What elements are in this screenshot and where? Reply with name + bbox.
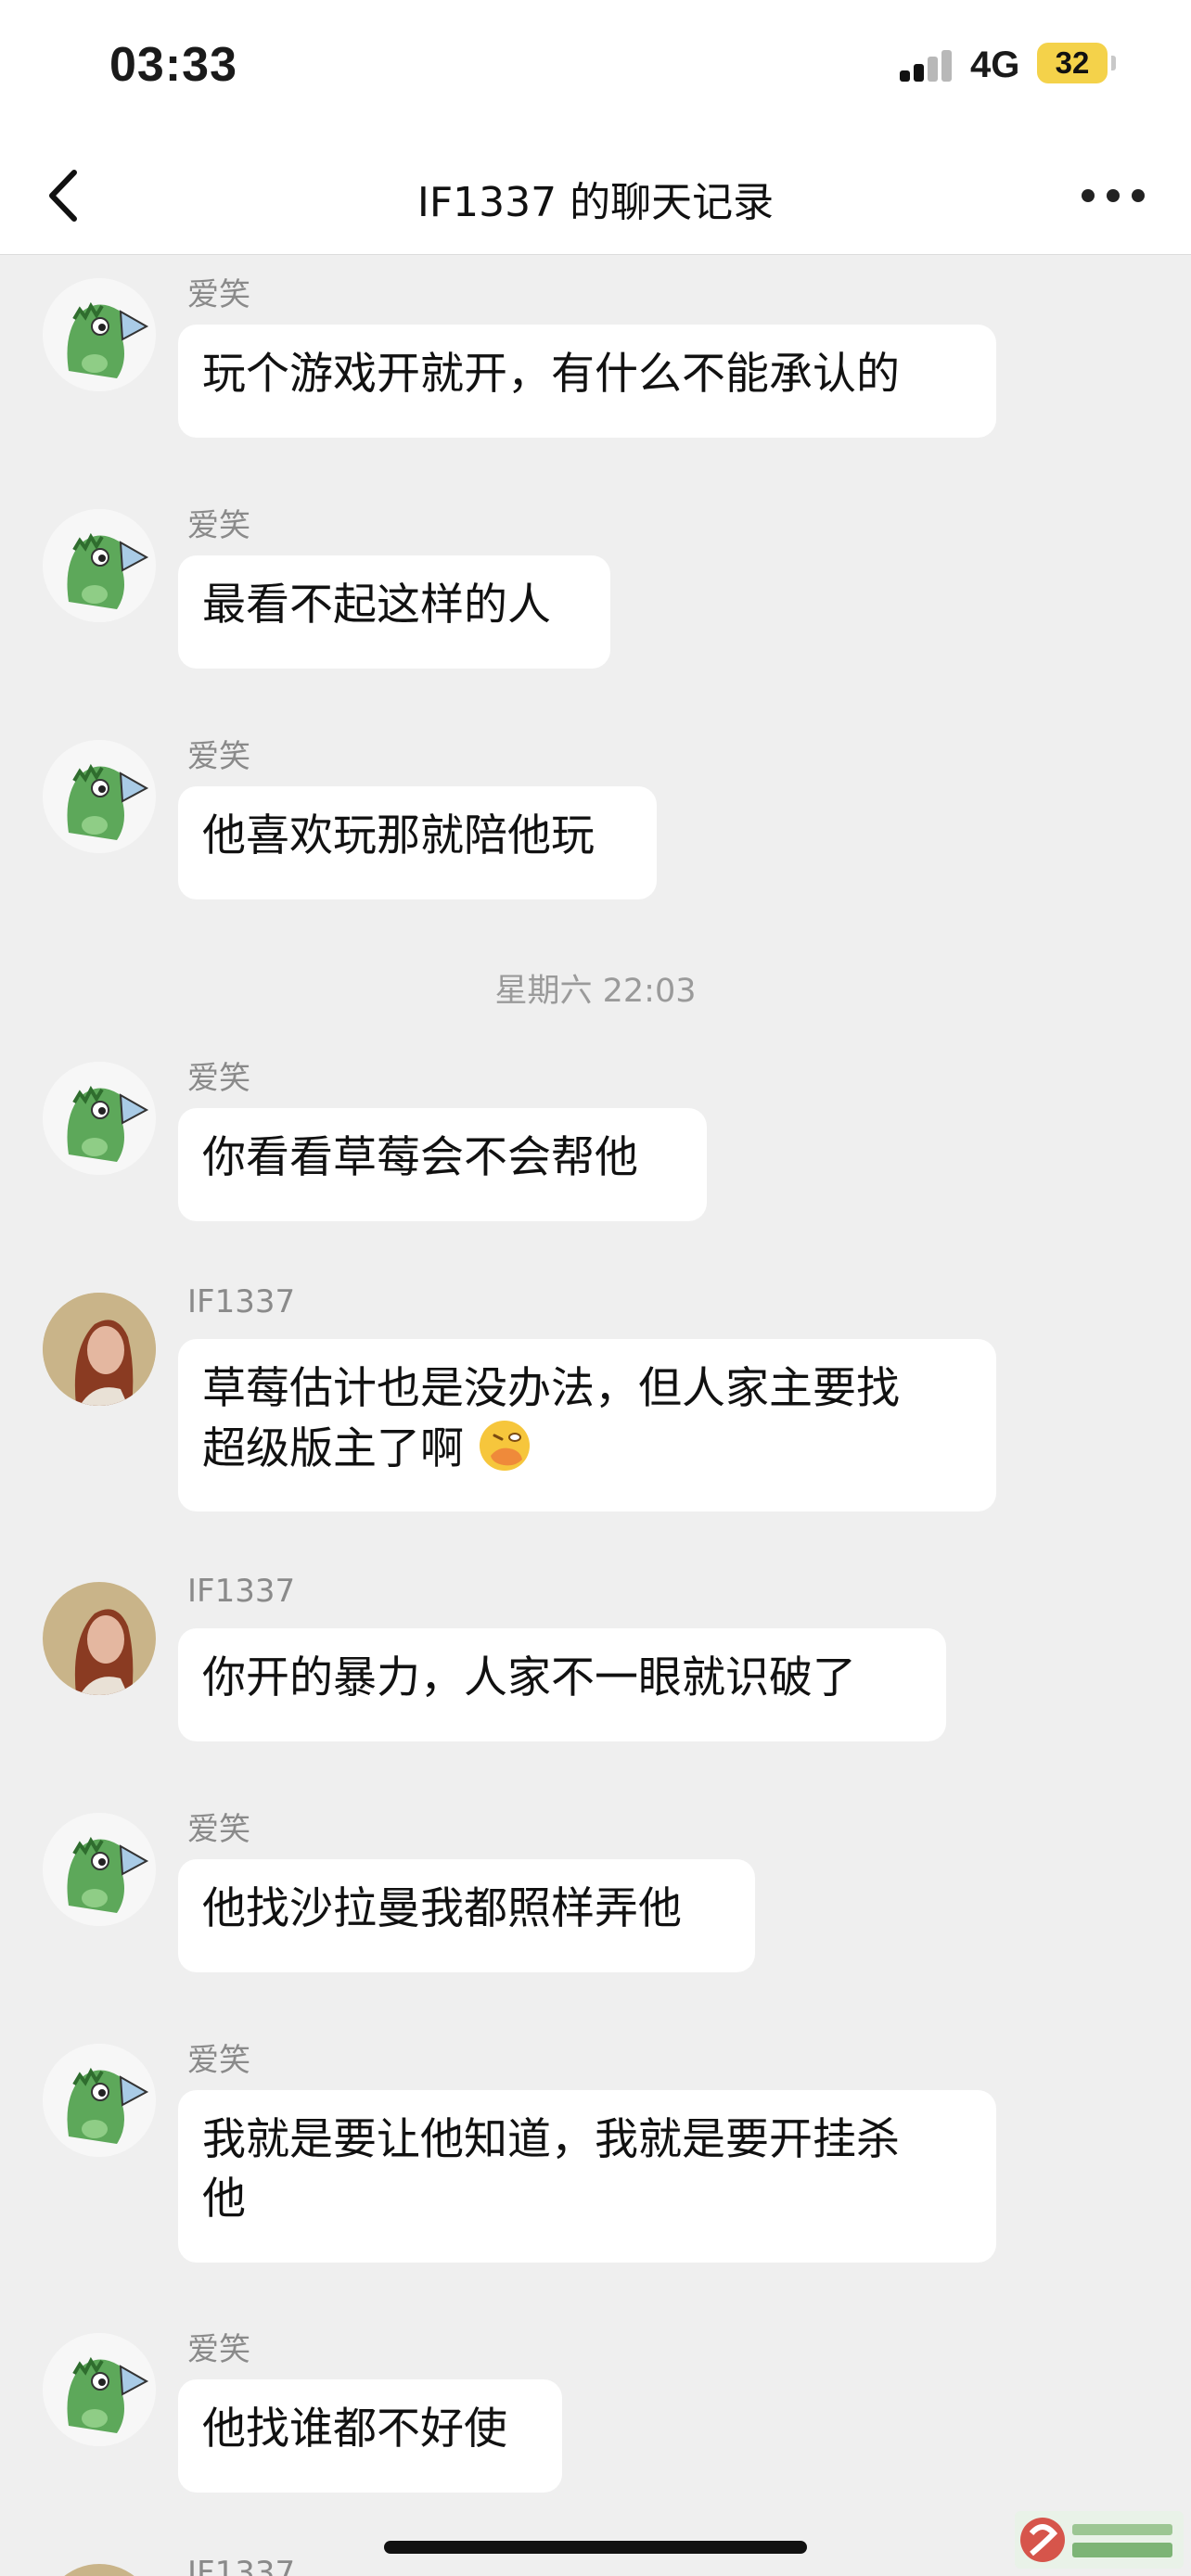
battery-level: 32 (1055, 45, 1090, 80)
photo-avatar[interactable] (43, 1582, 156, 1695)
sender-name: 爱笑 (187, 276, 250, 313)
message-text-line: 他 (202, 2174, 246, 2225)
page-title: IF1337 的聊天记录 (416, 179, 775, 226)
message-bubble[interactable]: 玩个游戏开就开，有什么不能承认的 (178, 325, 996, 438)
sender-name: 爱笑 (187, 2042, 250, 2079)
more-button[interactable] (1078, 182, 1148, 210)
battery-nub (1111, 56, 1116, 70)
facepalm-emoji (478, 1419, 531, 1473)
nav-bar: IF1337 的聊天记录 (0, 139, 1191, 255)
dinosaur-avatar[interactable] (43, 2044, 156, 2157)
cellular-signal-icon (900, 50, 955, 82)
watermark-logo (1015, 2511, 1184, 2569)
network-type: 4G (970, 45, 1020, 85)
dinosaur-avatar[interactable] (43, 278, 156, 391)
message-bubble[interactable]: 你开的暴力，人家不一眼就识破了 (178, 1628, 946, 1741)
message-bubble[interactable]: 我就是要让他知道，我就是要开挂杀 他 (178, 2090, 996, 2263)
photo-avatar[interactable] (43, 1293, 156, 1406)
sender-name: IF1337 (187, 2555, 296, 2576)
dinosaur-avatar[interactable] (43, 1062, 156, 1175)
sender-name: 爱笑 (187, 507, 250, 544)
message-text-line: 超级版主了啊 (202, 1423, 464, 1474)
battery-icon: 32 (1037, 43, 1108, 83)
message-bubble[interactable]: 他找谁都不好使 (178, 2379, 562, 2493)
sender-name: IF1337 (187, 1573, 296, 1610)
home-indicator[interactable] (384, 2541, 807, 2554)
status-bar: 03:33 4G 32 (0, 0, 1191, 139)
chat-history[interactable]: 爱笑 玩个游戏开就开，有什么不能承认的 爱笑 最看不起这样的人 爱笑 他喜欢玩那… (0, 255, 1191, 2576)
message-text-line: 我就是要让他知道，我就是要开挂杀 (202, 2114, 900, 2165)
message-bubble[interactable]: 草莓估计也是没办法，但人家主要找 超级版主了啊 (178, 1339, 996, 1511)
timestamp-divider: 星期六 22:03 (494, 973, 697, 1010)
sender-name: 爱笑 (187, 1060, 250, 1097)
message-bubble[interactable]: 你看看草莓会不会帮他 (178, 1108, 707, 1221)
photo-avatar[interactable] (43, 2564, 156, 2576)
status-time: 03:33 (109, 38, 237, 92)
message-text-line: 草莓估计也是没办法，但人家主要找 (202, 1363, 900, 1414)
message-bubble[interactable]: 最看不起这样的人 (178, 555, 610, 669)
message-bubble[interactable]: 他喜欢玩那就陪他玩 (178, 786, 657, 899)
sender-name: 爱笑 (187, 1811, 250, 1848)
dinosaur-avatar[interactable] (43, 1813, 156, 1926)
dinosaur-avatar[interactable] (43, 509, 156, 622)
message-bubble[interactable]: 他找沙拉曼我都照样弄他 (178, 1859, 755, 1972)
sender-name: 爱笑 (187, 738, 250, 775)
sender-name: 爱笑 (187, 2331, 250, 2368)
dinosaur-avatar[interactable] (43, 2333, 156, 2446)
dinosaur-avatar[interactable] (43, 740, 156, 853)
sender-name: IF1337 (187, 1283, 296, 1320)
